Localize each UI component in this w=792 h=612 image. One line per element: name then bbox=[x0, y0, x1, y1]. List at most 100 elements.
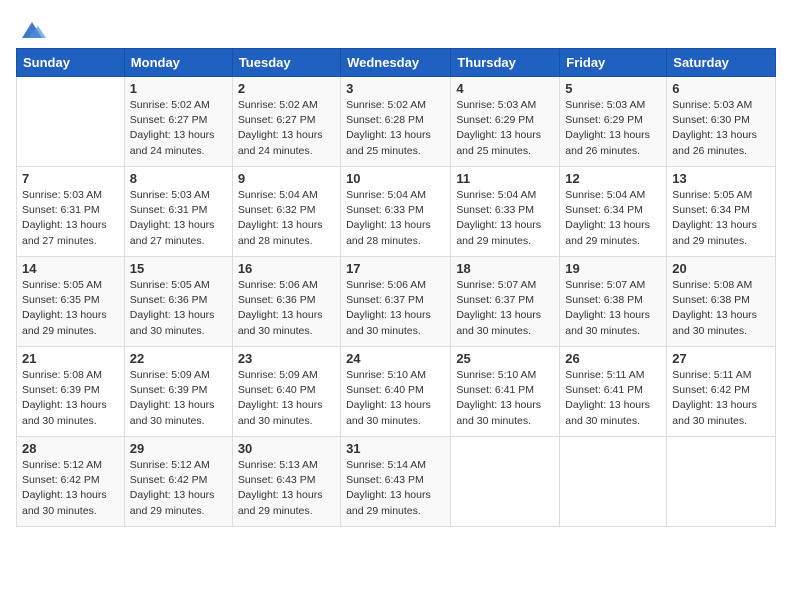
day-cell: 28 Sunrise: 5:12 AMSunset: 6:42 PMDayligh… bbox=[17, 437, 125, 527]
day-number: 24 bbox=[346, 351, 445, 366]
day-info: Sunrise: 5:03 AMSunset: 6:30 PMDaylight:… bbox=[672, 98, 770, 159]
day-cell bbox=[17, 77, 125, 167]
day-info: Sunrise: 5:10 AMSunset: 6:40 PMDaylight:… bbox=[346, 368, 445, 429]
day-cell: 29Sunrise: 5:12 AMSunset: 6:42 PMDayligh… bbox=[124, 437, 232, 527]
day-info: Sunrise: 5:11 AMSunset: 6:42 PMDaylight:… bbox=[672, 368, 770, 429]
day-cell: 11 Sunrise: 5:04 AMSunset: 6:33 PMDayligh… bbox=[451, 167, 560, 257]
day-number: 14 bbox=[22, 261, 119, 276]
day-number: 12 bbox=[565, 171, 661, 186]
day-cell: 22 Sunrise: 5:09 AMSunset: 6:39 PMDayligh… bbox=[124, 347, 232, 437]
day-cell: 17 Sunrise: 5:06 AMSunset: 6:37 PMDayligh… bbox=[341, 257, 451, 347]
weekday-friday: Friday bbox=[560, 49, 667, 77]
weekday-tuesday: Tuesday bbox=[232, 49, 340, 77]
day-cell: 27 Sunrise: 5:11 AMSunset: 6:42 PMDayligh… bbox=[667, 347, 776, 437]
day-info: Sunrise: 5:05 AMSunset: 6:34 PMDaylight:… bbox=[672, 188, 770, 249]
day-number: 10 bbox=[346, 171, 445, 186]
day-number: 4 bbox=[456, 81, 554, 96]
day-info: Sunrise: 5:03 AMSunset: 6:31 PMDaylight:… bbox=[22, 188, 119, 249]
day-info: Sunrise: 5:08 AMSunset: 6:39 PMDaylight:… bbox=[22, 368, 119, 429]
day-cell: 7 Sunrise: 5:03 AMSunset: 6:31 PMDaylight… bbox=[17, 167, 125, 257]
page-header bbox=[16, 16, 776, 40]
weekday-wednesday: Wednesday bbox=[341, 49, 451, 77]
day-cell: 8Sunrise: 5:03 AMSunset: 6:31 PMDaylight… bbox=[124, 167, 232, 257]
day-number: 1 bbox=[130, 81, 227, 96]
week-row-3: 14 Sunrise: 5:05 AMSunset: 6:35 PMDayligh… bbox=[17, 257, 776, 347]
day-cell: 30 Sunrise: 5:13 AMSunset: 6:43 PMDayligh… bbox=[232, 437, 340, 527]
day-info: Sunrise: 5:04 AMSunset: 6:33 PMDaylight:… bbox=[346, 188, 445, 249]
day-number: 20 bbox=[672, 261, 770, 276]
day-info: Sunrise: 5:09 AMSunset: 6:39 PMDaylight:… bbox=[130, 368, 227, 429]
day-cell bbox=[560, 437, 667, 527]
day-number: 16 bbox=[238, 261, 335, 276]
day-cell bbox=[451, 437, 560, 527]
day-info: Sunrise: 5:07 AMSunset: 6:38 PMDaylight:… bbox=[565, 278, 661, 339]
day-info: Sunrise: 5:06 AMSunset: 6:36 PMDaylight:… bbox=[238, 278, 335, 339]
day-info: Sunrise: 5:08 AMSunset: 6:38 PMDaylight:… bbox=[672, 278, 770, 339]
day-number: 21 bbox=[22, 351, 119, 366]
day-number: 5 bbox=[565, 81, 661, 96]
day-info: Sunrise: 5:12 AMSunset: 6:42 PMDaylight:… bbox=[22, 458, 119, 519]
day-number: 27 bbox=[672, 351, 770, 366]
day-number: 9 bbox=[238, 171, 335, 186]
day-number: 15 bbox=[130, 261, 227, 276]
day-info: Sunrise: 5:04 AMSunset: 6:33 PMDaylight:… bbox=[456, 188, 554, 249]
day-number: 7 bbox=[22, 171, 119, 186]
week-row-2: 7 Sunrise: 5:03 AMSunset: 6:31 PMDaylight… bbox=[17, 167, 776, 257]
day-info: Sunrise: 5:06 AMSunset: 6:37 PMDaylight:… bbox=[346, 278, 445, 339]
day-number: 26 bbox=[565, 351, 661, 366]
day-info: Sunrise: 5:05 AMSunset: 6:36 PMDaylight:… bbox=[130, 278, 227, 339]
day-info: Sunrise: 5:11 AMSunset: 6:41 PMDaylight:… bbox=[565, 368, 661, 429]
day-info: Sunrise: 5:09 AMSunset: 6:40 PMDaylight:… bbox=[238, 368, 335, 429]
day-cell: 6Sunrise: 5:03 AMSunset: 6:30 PMDaylight… bbox=[667, 77, 776, 167]
day-info: Sunrise: 5:10 AMSunset: 6:41 PMDaylight:… bbox=[456, 368, 554, 429]
day-cell: 9 Sunrise: 5:04 AMSunset: 6:32 PMDaylight… bbox=[232, 167, 340, 257]
day-cell: 4 Sunrise: 5:03 AMSunset: 6:29 PMDaylight… bbox=[451, 77, 560, 167]
day-info: Sunrise: 5:14 AMSunset: 6:43 PMDaylight:… bbox=[346, 458, 445, 519]
weekday-thursday: Thursday bbox=[451, 49, 560, 77]
calendar-table: SundayMondayTuesdayWednesdayThursdayFrid… bbox=[16, 48, 776, 527]
day-cell: 14 Sunrise: 5:05 AMSunset: 6:35 PMDayligh… bbox=[17, 257, 125, 347]
day-number: 31 bbox=[346, 441, 445, 456]
day-cell: 15 Sunrise: 5:05 AMSunset: 6:36 PMDayligh… bbox=[124, 257, 232, 347]
weekday-monday: Monday bbox=[124, 49, 232, 77]
day-info: Sunrise: 5:04 AMSunset: 6:32 PMDaylight:… bbox=[238, 188, 335, 249]
day-number: 29 bbox=[130, 441, 227, 456]
day-cell: 25 Sunrise: 5:10 AMSunset: 6:41 PMDayligh… bbox=[451, 347, 560, 437]
day-cell: 3 Sunrise: 5:02 AMSunset: 6:28 PMDaylight… bbox=[341, 77, 451, 167]
day-number: 19 bbox=[565, 261, 661, 276]
day-info: Sunrise: 5:03 AMSunset: 6:29 PMDaylight:… bbox=[565, 98, 661, 159]
day-info: Sunrise: 5:02 AMSunset: 6:27 PMDaylight:… bbox=[130, 98, 227, 159]
day-number: 11 bbox=[456, 171, 554, 186]
day-cell: 12Sunrise: 5:04 AMSunset: 6:34 PMDayligh… bbox=[560, 167, 667, 257]
day-cell: 24 Sunrise: 5:10 AMSunset: 6:40 PMDayligh… bbox=[341, 347, 451, 437]
day-cell: 19 Sunrise: 5:07 AMSunset: 6:38 PMDayligh… bbox=[560, 257, 667, 347]
weekday-header-row: SundayMondayTuesdayWednesdayThursdayFrid… bbox=[17, 49, 776, 77]
logo-icon bbox=[18, 16, 46, 44]
day-number: 3 bbox=[346, 81, 445, 96]
day-cell: 16 Sunrise: 5:06 AMSunset: 6:36 PMDayligh… bbox=[232, 257, 340, 347]
day-info: Sunrise: 5:03 AMSunset: 6:29 PMDaylight:… bbox=[456, 98, 554, 159]
day-cell: 26 Sunrise: 5:11 AMSunset: 6:41 PMDayligh… bbox=[560, 347, 667, 437]
day-info: Sunrise: 5:03 AMSunset: 6:31 PMDaylight:… bbox=[130, 188, 227, 249]
logo bbox=[16, 16, 46, 40]
day-cell: 23 Sunrise: 5:09 AMSunset: 6:40 PMDayligh… bbox=[232, 347, 340, 437]
day-number: 28 bbox=[22, 441, 119, 456]
day-number: 30 bbox=[238, 441, 335, 456]
weekday-saturday: Saturday bbox=[667, 49, 776, 77]
day-number: 22 bbox=[130, 351, 227, 366]
week-row-1: 1 Sunrise: 5:02 AMSunset: 6:27 PMDaylight… bbox=[17, 77, 776, 167]
day-info: Sunrise: 5:05 AMSunset: 6:35 PMDaylight:… bbox=[22, 278, 119, 339]
day-cell: 2Sunrise: 5:02 AMSunset: 6:27 PMDaylight… bbox=[232, 77, 340, 167]
weekday-sunday: Sunday bbox=[17, 49, 125, 77]
day-info: Sunrise: 5:13 AMSunset: 6:43 PMDaylight:… bbox=[238, 458, 335, 519]
day-cell: 31 Sunrise: 5:14 AMSunset: 6:43 PMDayligh… bbox=[341, 437, 451, 527]
day-cell: 13 Sunrise: 5:05 AMSunset: 6:34 PMDayligh… bbox=[667, 167, 776, 257]
day-cell: 18Sunrise: 5:07 AMSunset: 6:37 PMDayligh… bbox=[451, 257, 560, 347]
day-number: 13 bbox=[672, 171, 770, 186]
day-cell: 5 Sunrise: 5:03 AMSunset: 6:29 PMDaylight… bbox=[560, 77, 667, 167]
day-number: 17 bbox=[346, 261, 445, 276]
day-number: 25 bbox=[456, 351, 554, 366]
day-info: Sunrise: 5:02 AMSunset: 6:28 PMDaylight:… bbox=[346, 98, 445, 159]
day-number: 2 bbox=[238, 81, 335, 96]
day-number: 23 bbox=[238, 351, 335, 366]
